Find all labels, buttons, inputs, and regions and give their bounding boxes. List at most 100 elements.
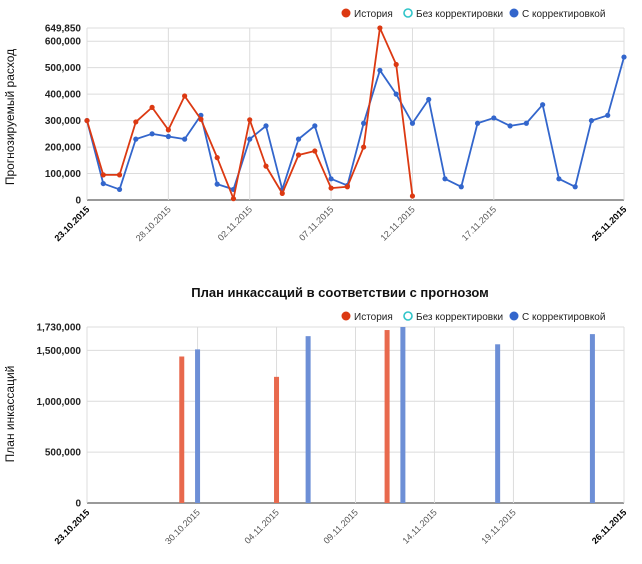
chart2-y-tick-labels: 0 500,000 1,000,000 1,500,000 1,730,000 bbox=[37, 323, 82, 510]
data-point-with-correction[interactable] bbox=[458, 184, 464, 190]
legend-marker-no-correction bbox=[403, 8, 413, 18]
data-point-with-correction[interactable] bbox=[523, 120, 529, 126]
chart2-legend[interactable]: История Без корректировки С корректировк… bbox=[341, 311, 606, 324]
y-tick-label: 600,000 bbox=[45, 37, 82, 48]
data-point-with-correction[interactable] bbox=[605, 112, 611, 118]
bar-with-correction[interactable] bbox=[495, 344, 501, 503]
data-point-with-correction[interactable] bbox=[507, 123, 513, 129]
data-point-history[interactable] bbox=[344, 184, 350, 190]
chart1-x-tick-labels: 23.10.2015 28.10.2015 02.11.2015 07.11.2015… bbox=[52, 204, 628, 243]
y-tick-label: 1,000,000 bbox=[37, 397, 82, 408]
data-point-with-correction[interactable] bbox=[540, 102, 546, 108]
data-point-with-correction[interactable] bbox=[165, 133, 171, 140]
data-point-with-correction[interactable] bbox=[572, 184, 578, 190]
bar-with-correction[interactable] bbox=[400, 327, 406, 503]
data-point-history[interactable] bbox=[84, 117, 90, 124]
data-point-with-correction[interactable] bbox=[149, 131, 155, 137]
data-point-with-correction[interactable] bbox=[474, 120, 481, 126]
legend-label-with-correction: С корректировкой bbox=[522, 312, 605, 323]
data-point-with-correction[interactable] bbox=[393, 91, 399, 97]
legend-marker-history bbox=[341, 311, 351, 321]
data-point-with-correction[interactable] bbox=[100, 180, 106, 187]
chart1-y-tick-labels: 0 100,000 200,000 300,000 400,000 500,000 600,… bbox=[45, 24, 82, 207]
data-point-with-correction[interactable] bbox=[295, 136, 302, 142]
data-point-history[interactable] bbox=[133, 119, 139, 125]
chart1-gridlines bbox=[86, 27, 625, 201]
data-point-history[interactable] bbox=[165, 127, 171, 133]
data-point-history[interactable] bbox=[312, 148, 318, 154]
data-point-with-correction[interactable] bbox=[263, 123, 269, 129]
data-point-with-correction[interactable] bbox=[377, 67, 383, 73]
x-tick-label: 14.11.2015 bbox=[400, 507, 438, 545]
data-point-with-correction[interactable] bbox=[116, 186, 123, 193]
data-point-with-correction[interactable] bbox=[588, 117, 595, 124]
bar-history[interactable] bbox=[384, 330, 390, 503]
x-tick-label: 25.11.2015 bbox=[590, 204, 629, 243]
data-point-history[interactable] bbox=[116, 172, 123, 178]
chart1-series bbox=[84, 25, 627, 202]
data-point-history[interactable] bbox=[247, 117, 253, 123]
chart2-y-axis-title: План инкассаций bbox=[3, 366, 17, 463]
data-point-history[interactable] bbox=[328, 185, 334, 191]
collection-plan-bar-chart: План инкассаций в соответствии с прогноз… bbox=[3, 285, 628, 546]
data-point-with-correction[interactable] bbox=[556, 176, 562, 182]
data-point-with-correction[interactable] bbox=[312, 123, 318, 129]
x-tick-label: 30.10.2015 bbox=[163, 507, 202, 546]
data-point-history[interactable] bbox=[279, 190, 285, 196]
data-point-history[interactable] bbox=[393, 61, 399, 68]
y-tick-label: 1,500,000 bbox=[37, 346, 82, 357]
legend-item-no-correction[interactable]: Без корректировки bbox=[403, 8, 503, 20]
data-point-with-correction[interactable] bbox=[409, 120, 416, 126]
data-point-with-correction[interactable] bbox=[328, 176, 334, 182]
data-point-history[interactable] bbox=[409, 193, 416, 199]
x-tick-label: 19.11.2015 bbox=[479, 507, 517, 545]
data-point-with-correction[interactable] bbox=[247, 136, 253, 142]
data-point-with-correction[interactable] bbox=[426, 96, 432, 103]
chart2-bars bbox=[179, 327, 595, 503]
data-point-history[interactable] bbox=[100, 172, 106, 178]
data-point-history[interactable] bbox=[230, 196, 237, 202]
data-point-history[interactable] bbox=[214, 155, 220, 161]
x-tick-label: 09.11.2015 bbox=[321, 507, 359, 545]
legend-item-with-correction[interactable]: С корректировкой bbox=[509, 8, 606, 21]
data-point-history[interactable] bbox=[198, 116, 204, 122]
data-point-with-correction[interactable] bbox=[361, 120, 367, 126]
data-point-history[interactable] bbox=[149, 104, 155, 110]
chart2-x-tick-labels: 23.10.2015 30.10.2015 04.11.2015 09.11.2015… bbox=[52, 507, 628, 546]
chart1-legend[interactable]: История Без корректировки С корректировк… bbox=[341, 8, 606, 21]
legend-label-no-correction: Без корректировки bbox=[416, 9, 503, 20]
data-point-history[interactable] bbox=[295, 152, 302, 158]
bar-with-correction[interactable] bbox=[195, 349, 201, 503]
data-point-with-correction[interactable] bbox=[621, 54, 627, 60]
legend-item-no-correction-2[interactable]: Без корректировки bbox=[403, 311, 503, 323]
bar-history[interactable] bbox=[274, 376, 280, 503]
x-tick-label: 12.11.2015 bbox=[378, 204, 416, 242]
data-point-history[interactable] bbox=[182, 93, 188, 99]
legend-item-history-2[interactable]: История bbox=[341, 311, 393, 324]
x-tick-label: 02.11.2015 bbox=[216, 204, 254, 242]
legend-marker-history bbox=[341, 8, 351, 18]
data-point-history[interactable] bbox=[263, 163, 269, 169]
legend-marker-with-correction bbox=[509, 311, 519, 321]
data-point-with-correction[interactable] bbox=[133, 136, 139, 142]
data-point-with-correction[interactable] bbox=[491, 115, 497, 121]
x-tick-label: 28.10.2015 bbox=[134, 204, 173, 243]
legend-item-history[interactable]: История bbox=[341, 8, 393, 21]
data-point-history[interactable] bbox=[361, 144, 367, 150]
y-tick-label: 300,000 bbox=[45, 116, 82, 127]
bar-with-correction[interactable] bbox=[589, 334, 595, 503]
data-point-with-correction[interactable] bbox=[442, 176, 448, 182]
bar-history[interactable] bbox=[179, 356, 185, 503]
legend-label-history: История bbox=[354, 9, 393, 20]
bar-with-correction[interactable] bbox=[305, 336, 311, 503]
y-tick-label: 100,000 bbox=[45, 169, 82, 180]
legend-item-with-correction-2[interactable]: С корректировкой bbox=[509, 311, 606, 324]
data-point-history[interactable] bbox=[377, 25, 383, 31]
y-tick-label: 200,000 bbox=[45, 143, 82, 154]
legend-label-history: История bbox=[354, 312, 393, 323]
data-point-with-correction[interactable] bbox=[182, 136, 188, 142]
x-tick-label: 04.11.2015 bbox=[242, 507, 280, 545]
y-tick-label: 1,730,000 bbox=[37, 323, 82, 334]
chart2-gridlines bbox=[86, 326, 625, 504]
data-point-with-correction[interactable] bbox=[214, 181, 220, 187]
